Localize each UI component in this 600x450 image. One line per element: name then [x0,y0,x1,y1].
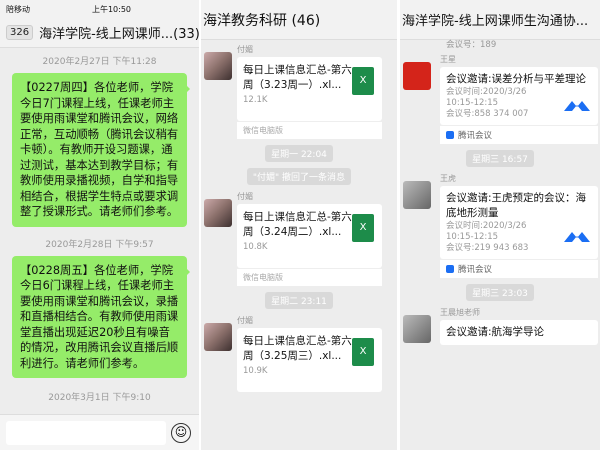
status-bar: 陪移动 上午10:50 [0,0,199,18]
file-message[interactable]: 付媚 每日上课信息汇总-第六周（3.25周三）.xl... 10.9K X [201,315,397,392]
meeting-message[interactable]: 王虎 会议邀请:王虎预定的会议：海底地形测量 会议时间:2020/3/26 10… [400,173,600,278]
recall-notice: "付媚" 撤回了一条消息 [246,168,352,185]
input-bar: ☺ [0,414,199,450]
chat-panel-1: 陪移动 上午10:50 326 海洋学院-线上网课师...(33) 2020年2… [0,0,199,450]
file-title: 每日上课信息汇总-第六周（3.25周三）.xl... [243,335,352,362]
time-pill: 星期二 23:11 [265,292,333,309]
chat-title: 海洋教务科研 (46) [201,0,397,40]
sender-name: 王虎 [440,174,456,183]
sender-name: 付媚 [237,192,253,201]
excel-icon: X [352,338,374,366]
file-card[interactable]: 每日上课信息汇总-第六周（3.23周一）.xl... 12.1K X [237,57,382,121]
sender-name: 王星 [440,55,456,64]
back-badge[interactable]: 326 [6,25,34,40]
message-bubble[interactable]: 【0227周四】各位老师，学院今日7门课程上线，任课老师主要使用雨课堂和腾讯会议… [12,73,190,227]
file-title: 每日上课信息汇总-第六周（3.24周二）.xl... [243,211,352,238]
file-title: 每日上课信息汇总-第六周（3.23周一）.xl... [243,64,352,91]
timestamp: 2020年2月27日 下午11:28 [42,57,157,67]
emoji-icon[interactable]: ☺ [171,423,191,443]
meeting-card[interactable]: 会议邀请:王虎预定的会议：海底地形测量 会议时间:2020/3/26 10:15… [440,186,598,259]
avatar[interactable] [204,199,232,227]
chat-title: 海洋学院-线上网课师...(33) [39,27,199,42]
sender-name: 付媚 [237,316,253,325]
meeting-message[interactable]: 王星 会议邀请:误差分析与平差理论 会议时间:2020/3/26 10:15-1… [400,54,600,144]
tencent-meeting-icon [564,101,590,111]
meeting-card[interactable]: 会议邀请:误差分析与平差理论 会议时间:2020/3/26 10:15-12:1… [440,67,598,125]
chat-panel-2: 海洋教务科研 (46) 付媚 每日上课信息汇总-第六周（3.23周一）.xl..… [201,0,397,450]
excel-icon: X [352,214,374,242]
file-card[interactable]: 每日上课信息汇总-第六周（3.25周三）.xl... 10.9K X [237,328,382,392]
meeting-app-label: 腾讯会议 [458,131,493,141]
sender-name: 付媚 [237,45,253,54]
meeting-message[interactable]: 王晨旭老师 会议邀请:航海学导论 [400,307,600,345]
avatar[interactable] [403,181,431,209]
status-time: 上午10:50 [91,4,132,14]
file-size: 12.1K [243,95,268,105]
file-source: 微信电脑版 [237,268,382,286]
sender-name: 王晨旭老师 [440,308,480,317]
tencent-logo-icon [446,131,454,139]
chat-title: 海洋学院-线上网课师生沟通协... [400,0,600,40]
file-card[interactable]: 每日上课信息汇总-第六周（3.24周二）.xl... 10.8K X [237,204,382,268]
message-input[interactable] [6,421,166,445]
meeting-fragment: 会议号：189 [446,40,497,50]
meeting-card[interactable]: 会议邀请:航海学导论 [440,320,598,345]
time-pill: 星期三 23:03 [466,284,534,301]
time-pill: 星期一 22:04 [265,145,333,162]
time-pill: 星期三 16:57 [466,150,534,167]
avatar[interactable] [204,323,232,351]
tencent-logo-icon [446,265,454,273]
file-size: 10.9K [243,366,268,376]
file-message[interactable]: 付媚 每日上课信息汇总-第六周（3.24周二）.xl... 10.8K X 微信… [201,191,397,286]
meeting-title: 会议邀请:王虎预定的会议：海底地形测量 [446,192,587,219]
meeting-footer: 腾讯会议 [440,259,598,278]
meeting-footer: 腾讯会议 [440,125,598,144]
chat-header: 326 海洋学院-线上网课师...(33) [0,18,199,48]
meeting-title: 会议邀请:误差分析与平差理论 [446,73,587,85]
timestamp: 2020年3月1日 下午9:10 [48,393,151,403]
tencent-meeting-icon [564,232,590,242]
file-source: 微信电脑版 [237,121,382,139]
meeting-app-label: 腾讯会议 [458,265,493,275]
file-message[interactable]: 付媚 每日上课信息汇总-第六周（3.23周一）.xl... 12.1K X 微信… [201,44,397,139]
avatar[interactable] [403,315,431,343]
avatar[interactable] [403,62,431,90]
chat-panel-3: 海洋学院-线上网课师生沟通协... 会议号：189 王星 会议邀请:误差分析与平… [400,0,600,450]
meeting-title: 会议邀请:航海学导论 [446,326,545,338]
file-size: 10.8K [243,242,268,252]
timestamp: 2020年2月28日 下午9:57 [45,239,154,250]
message-bubble[interactable]: 【0228周五】各位老师，学院今日6门课程上线，任课老师主要使用雨课堂和腾讯会议… [12,255,190,378]
excel-icon: X [352,67,374,95]
avatar[interactable] [204,52,232,80]
carrier-label: 陪移动 [6,4,30,14]
